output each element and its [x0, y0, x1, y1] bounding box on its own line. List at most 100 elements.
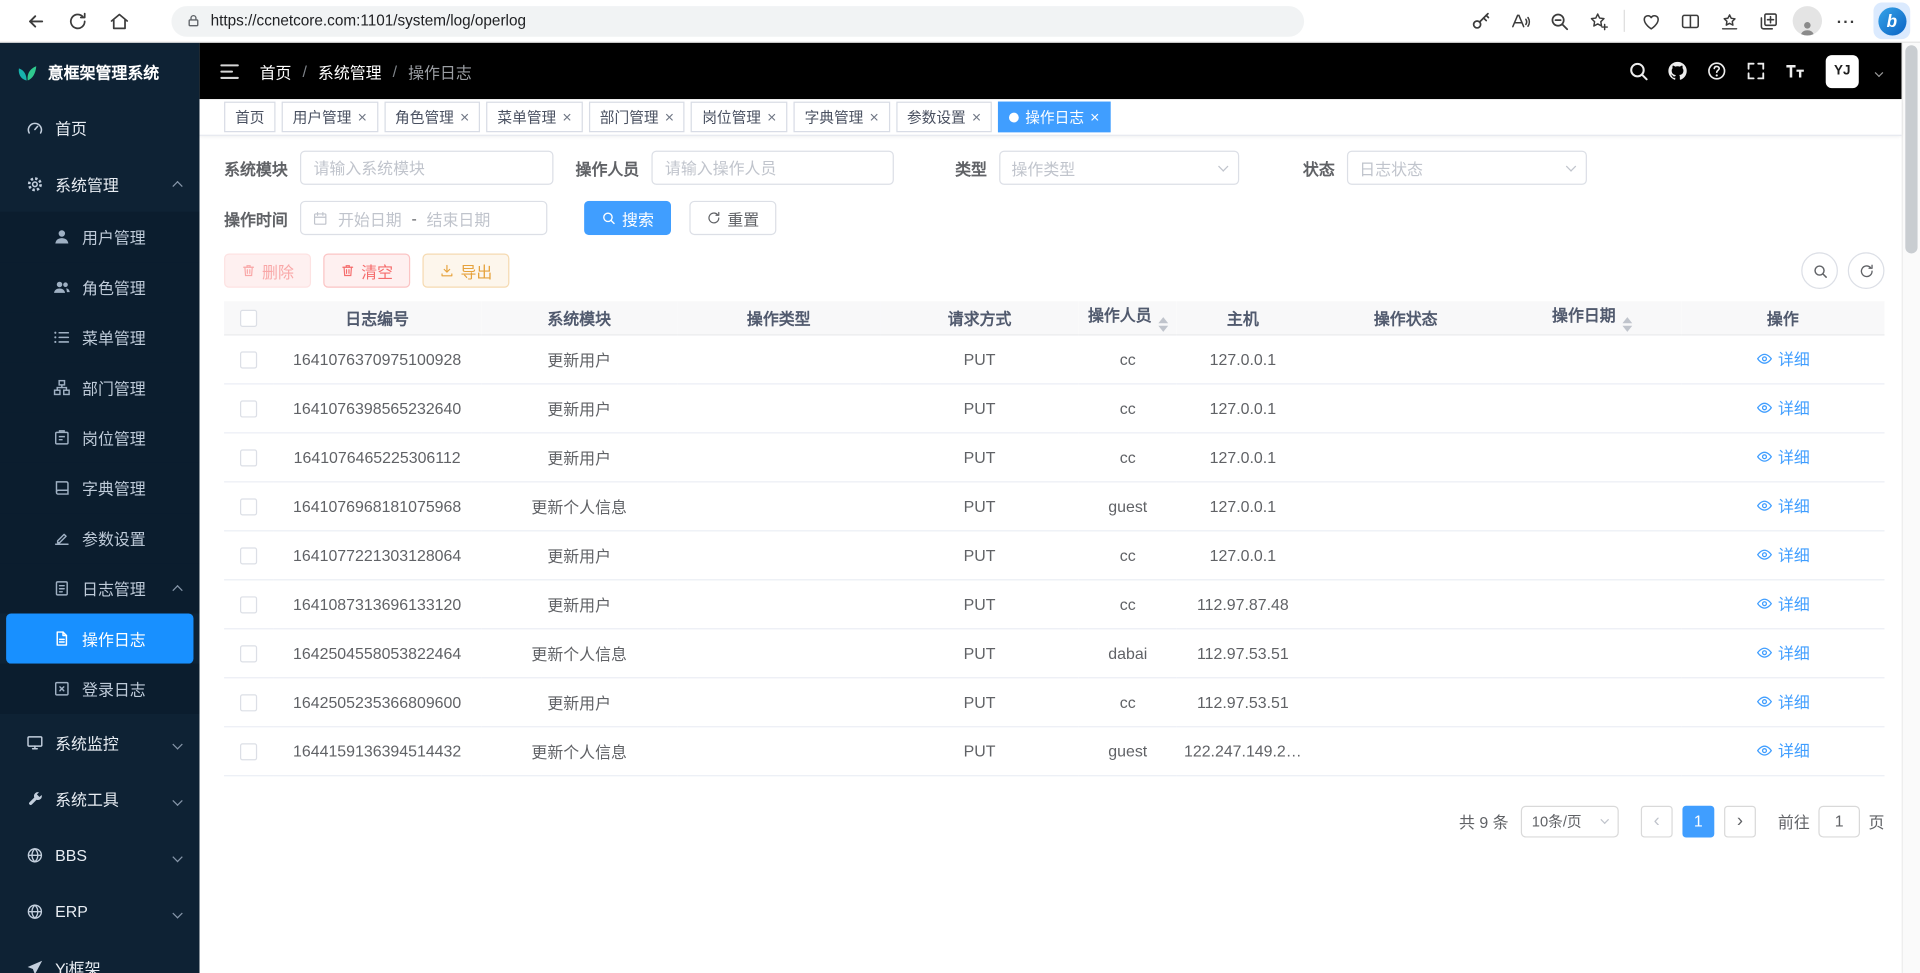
tab-param-settings[interactable]: 参数设置 ×: [896, 102, 992, 133]
detail-link[interactable]: 详细: [1756, 739, 1810, 762]
refresh-table-button[interactable]: [1848, 252, 1885, 289]
tab-operation-log[interactable]: 操作日志 ×: [998, 102, 1110, 133]
close-icon[interactable]: ×: [358, 109, 367, 125]
module-input[interactable]: [300, 151, 553, 185]
hamburger-icon[interactable]: [218, 59, 241, 82]
sidebar-item-log-mgmt[interactable]: 日志管理: [0, 563, 200, 613]
read-aloud-button[interactable]: [1500, 2, 1539, 39]
sidebar-item-bbs[interactable]: BBS: [0, 827, 200, 883]
address-bar[interactable]: https://ccnetcore.com:1101/system/log/op…: [171, 6, 1304, 37]
close-icon[interactable]: ×: [767, 109, 776, 125]
browser-essentials-button[interactable]: [1631, 2, 1670, 39]
sidebar-item-login-log[interactable]: 登录日志: [0, 664, 200, 714]
tab-home[interactable]: 首页: [224, 102, 275, 133]
page-1-button[interactable]: 1: [1682, 805, 1714, 837]
prev-page-button[interactable]: ‹: [1641, 805, 1673, 837]
sidebar-item-system-monitor[interactable]: 系统监控: [0, 714, 200, 770]
sidebar-item-dict-mgmt[interactable]: 字典管理: [0, 463, 200, 513]
operator-input[interactable]: [651, 151, 893, 185]
type-select[interactable]: 操作类型: [999, 151, 1239, 185]
avatar-caret-icon[interactable]: [1876, 60, 1882, 82]
row-checkbox[interactable]: [240, 449, 257, 466]
profile-button[interactable]: [1788, 2, 1827, 39]
reset-button[interactable]: 重置: [689, 201, 776, 235]
tab-menu-mgmt[interactable]: 菜单管理 ×: [486, 102, 582, 133]
close-icon[interactable]: ×: [665, 109, 674, 125]
password-key-button[interactable]: [1461, 2, 1500, 39]
browser-menu-button[interactable]: ···: [1827, 2, 1866, 39]
sidebar-item-system-mgmt[interactable]: 系统管理: [0, 156, 200, 212]
search-button[interactable]: 搜索: [584, 201, 671, 235]
row-checkbox[interactable]: [240, 351, 257, 368]
close-icon[interactable]: ×: [460, 109, 469, 125]
sidebar-item-home[interactable]: 首页: [0, 99, 200, 155]
tab-user-mgmt[interactable]: 用户管理 ×: [282, 102, 378, 133]
detail-link[interactable]: 详细: [1756, 445, 1810, 468]
next-page-button[interactable]: ›: [1724, 805, 1756, 837]
add-favorite-button[interactable]: [1578, 2, 1617, 39]
row-checkbox[interactable]: [240, 694, 257, 711]
scrollbar-thumb[interactable]: [1905, 45, 1917, 253]
breadcrumb-system-mgmt[interactable]: 系统管理: [318, 59, 382, 82]
close-icon[interactable]: ×: [869, 109, 878, 125]
detail-link[interactable]: 详细: [1756, 396, 1810, 419]
close-icon[interactable]: ×: [972, 109, 981, 125]
detail-link[interactable]: 详细: [1756, 543, 1810, 566]
breadcrumb-home[interactable]: 首页: [260, 59, 292, 82]
close-icon[interactable]: ×: [562, 109, 571, 125]
tab-dept-mgmt[interactable]: 部门管理 ×: [589, 102, 685, 133]
row-checkbox[interactable]: [240, 743, 257, 760]
close-icon[interactable]: ×: [1090, 109, 1099, 125]
vertical-scrollbar[interactable]: [1902, 43, 1920, 973]
sidebar-item-dept-mgmt[interactable]: 部门管理: [0, 362, 200, 412]
status-select[interactable]: 日志状态: [1347, 151, 1587, 185]
goto-page-input[interactable]: [1818, 805, 1860, 837]
tab-post-mgmt[interactable]: 岗位管理 ×: [691, 102, 787, 133]
export-button[interactable]: 导出: [422, 253, 509, 287]
favorites-button[interactable]: [1709, 2, 1748, 39]
user-avatar[interactable]: YJ: [1826, 54, 1859, 87]
detail-link[interactable]: 详细: [1756, 592, 1810, 615]
split-screen-button[interactable]: [1670, 2, 1709, 39]
sidebar-item-yi-framework[interactable]: Yi框架: [0, 939, 200, 973]
browser-back-button[interactable]: [15, 2, 57, 39]
zoom-out-button[interactable]: [1539, 2, 1578, 39]
github-icon[interactable]: [1667, 60, 1689, 82]
page-size-select[interactable]: 10条/页: [1521, 805, 1619, 837]
detail-link[interactable]: 详细: [1756, 690, 1810, 713]
tab-role-mgmt[interactable]: 角色管理 ×: [384, 102, 480, 133]
row-checkbox[interactable]: [240, 645, 257, 662]
row-checkbox[interactable]: [240, 547, 257, 564]
delete-button[interactable]: 删除: [224, 253, 311, 287]
sidebar-item-post-mgmt[interactable]: 岗位管理: [0, 413, 200, 463]
browser-refresh-button[interactable]: [56, 2, 98, 39]
collections-button[interactable]: [1749, 2, 1788, 39]
copilot-button[interactable]: b: [1873, 2, 1910, 39]
clear-button[interactable]: 清空: [323, 253, 410, 287]
sidebar-item-system-tools[interactable]: 系统工具: [0, 770, 200, 826]
eye-icon: [1756, 742, 1773, 759]
help-icon[interactable]: [1706, 60, 1728, 82]
sidebar-item-user-mgmt[interactable]: 用户管理: [0, 212, 200, 262]
sort-carets-icon[interactable]: [1158, 317, 1168, 332]
row-checkbox[interactable]: [240, 400, 257, 417]
sidebar-item-role-mgmt[interactable]: 角色管理: [0, 262, 200, 312]
sidebar-item-param-settings[interactable]: 参数设置: [0, 513, 200, 563]
tab-dict-mgmt[interactable]: 字典管理 ×: [794, 102, 890, 133]
detail-link[interactable]: 详细: [1756, 494, 1810, 517]
detail-link[interactable]: 详细: [1756, 641, 1810, 664]
detail-link[interactable]: 详细: [1756, 347, 1810, 370]
sidebar-item-erp[interactable]: ERP: [0, 883, 200, 939]
header-search-icon[interactable]: [1627, 60, 1649, 82]
row-checkbox[interactable]: [240, 498, 257, 515]
sidebar-item-operation-log[interactable]: 操作日志: [6, 613, 193, 663]
sort-carets-icon[interactable]: [1622, 317, 1632, 332]
select-all-checkbox[interactable]: [240, 310, 257, 327]
date-range-picker[interactable]: 开始日期 - 结束日期: [300, 201, 547, 235]
sidebar-item-menu-mgmt[interactable]: 菜单管理: [0, 312, 200, 362]
toggle-search-button[interactable]: [1801, 252, 1838, 289]
browser-home-button[interactable]: [98, 2, 140, 39]
row-checkbox[interactable]: [240, 596, 257, 613]
fullscreen-icon[interactable]: [1745, 60, 1767, 82]
font-size-icon[interactable]: [1784, 60, 1806, 82]
